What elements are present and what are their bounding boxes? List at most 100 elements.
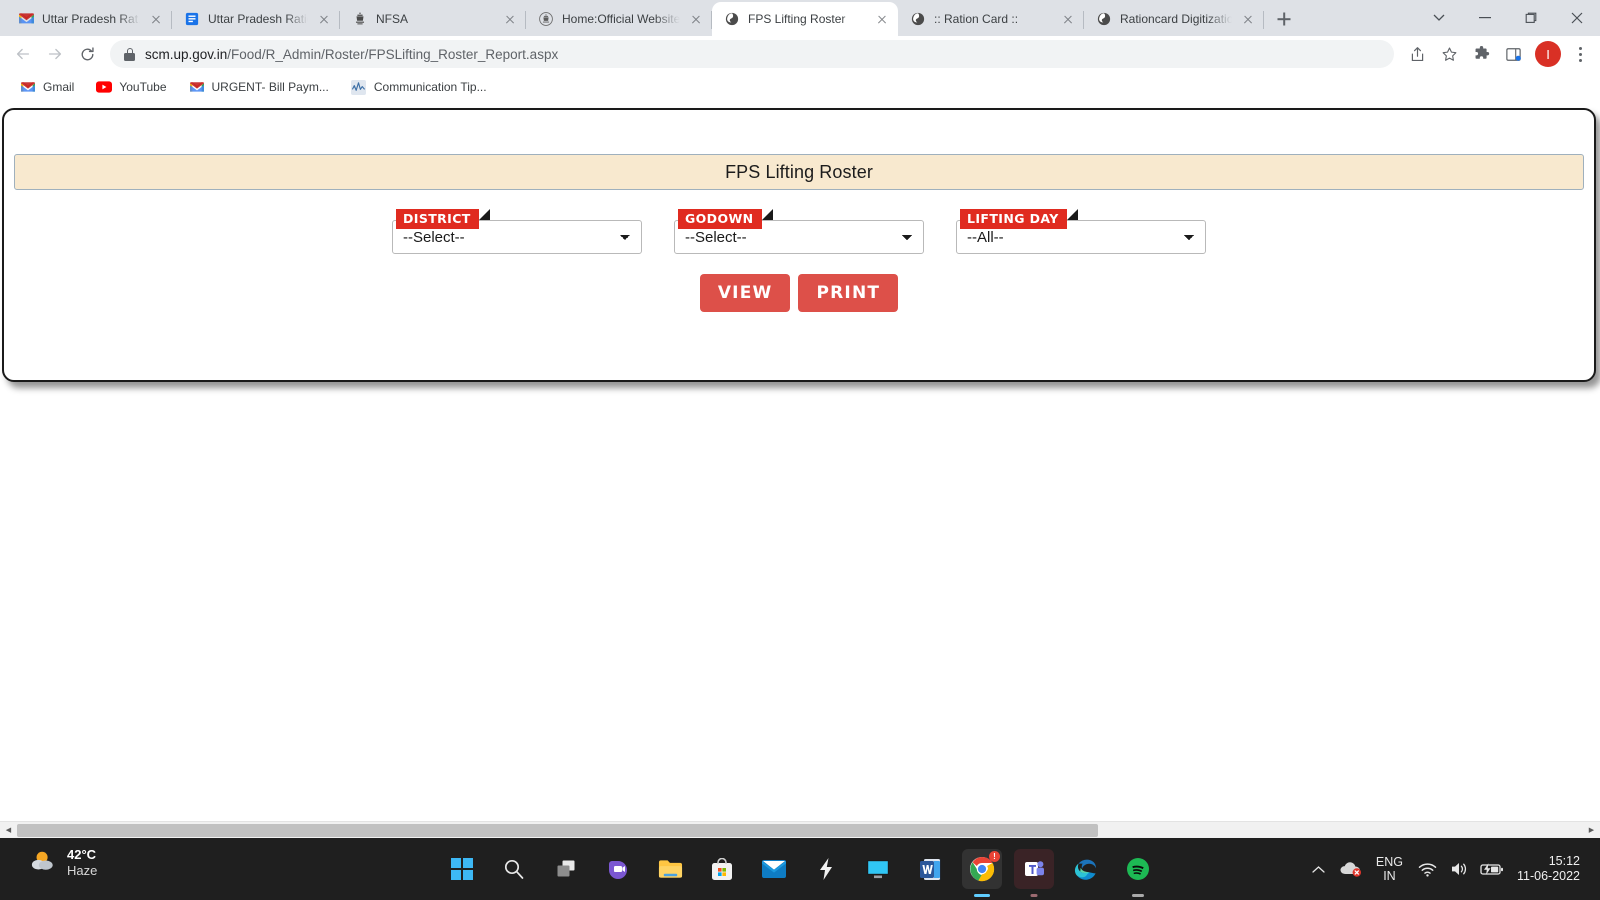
browser-tab[interactable]: NFSA: [340, 2, 526, 36]
bookmark-label: Gmail: [43, 80, 75, 94]
word-icon[interactable]: [910, 849, 950, 889]
kebab-menu-icon[interactable]: [1568, 46, 1592, 62]
tab-close-icon[interactable]: [874, 11, 890, 27]
gmail-icon: [20, 79, 36, 95]
action-row: VIEW PRINT: [4, 274, 1594, 312]
clock[interactable]: 15:12 11-06-2022: [1511, 854, 1590, 884]
browser-tab-title: :: Ration Card ::: [934, 12, 1019, 26]
browser-tab-strip: Uttar Pradesh Rat... - Uttar Pradesh Rat…: [0, 0, 1600, 36]
godown-field: GODOWN --Select--: [674, 209, 924, 254]
browser-tab[interactable]: Home:Official Website: [526, 2, 712, 36]
spotify-icon[interactable]: [1118, 849, 1158, 889]
mail-icon[interactable]: [754, 849, 794, 889]
chrome-browser-window: Uttar Pradesh Rat... - Uttar Pradesh Rat…: [0, 0, 1600, 838]
notification-badge: !: [989, 851, 1000, 862]
taskbar-app-group: !: [442, 838, 1158, 900]
share-icon[interactable]: [1402, 39, 1432, 69]
language-indicator[interactable]: ENG IN: [1370, 855, 1409, 884]
lock-icon: [124, 47, 135, 61]
bookmark-label: URGENT- Bill Paym...: [211, 80, 329, 94]
clock-time: 15:12: [1548, 854, 1580, 868]
bookmark-item[interactable]: YouTube: [88, 75, 174, 99]
gmail-icon: [18, 11, 34, 27]
youtube-icon: [96, 79, 113, 95]
back-arrow-icon[interactable]: [8, 39, 38, 69]
browser-tab[interactable]: Uttar Pradesh Rat... -: [6, 2, 172, 36]
profile-avatar[interactable]: I: [1535, 41, 1561, 67]
gmail-icon: [189, 79, 205, 95]
toolbar-icon-group: I: [1402, 39, 1592, 69]
battery-charging-icon[interactable]: [1479, 854, 1505, 884]
browser-tab[interactable]: :: Ration Card ::: [898, 2, 1084, 36]
clock-date: 11-06-2022: [1516, 869, 1580, 883]
tab-search-icon[interactable]: [1416, 2, 1462, 34]
scrollbar-thumb[interactable]: [17, 823, 1098, 837]
language-secondary: IN: [1383, 869, 1396, 883]
microsoft-store-icon[interactable]: [702, 849, 742, 889]
browser-tab[interactable]: Uttar Pradesh Ration: [172, 2, 340, 36]
tab-close-icon[interactable]: [688, 11, 704, 27]
tab-close-icon[interactable]: [1060, 11, 1076, 27]
chat-teams-icon[interactable]: [598, 849, 638, 889]
browser-tab-title: Rationcard Digitizatio: [1120, 12, 1232, 26]
scroll-left-icon[interactable]: ◀: [0, 822, 17, 839]
weather-text: 42°C Haze: [67, 847, 97, 880]
tab-close-icon[interactable]: [1240, 11, 1256, 27]
wifi-icon[interactable]: [1415, 854, 1441, 884]
start-button-icon[interactable]: [442, 849, 482, 889]
emblem-icon: [352, 11, 368, 27]
page-title: FPS Lifting Roster: [725, 161, 873, 182]
task-view-icon[interactable]: [546, 849, 586, 889]
browser-tab-title: Uttar Pradesh Rat... -: [42, 12, 140, 26]
analytics-icon: [351, 79, 367, 95]
tab-close-icon[interactable]: [148, 11, 164, 27]
weather-temperature: 42°C: [67, 847, 97, 862]
extensions-puzzle-icon[interactable]: [1466, 39, 1496, 69]
search-icon[interactable]: [494, 849, 534, 889]
teams-icon[interactable]: [1014, 849, 1054, 889]
weather-condition: Haze: [67, 863, 98, 879]
browser-tab-title: FPS Lifting Roster: [748, 12, 846, 26]
chevron-up-icon[interactable]: [1306, 854, 1332, 884]
bookmark-item[interactable]: Gmail: [12, 75, 82, 99]
address-bar[interactable]: scm.up.gov.in/Food/R_Admin/Roster/FPSLif…: [110, 40, 1394, 68]
close-icon[interactable]: [1554, 2, 1600, 34]
remote-desktop-icon[interactable]: [858, 849, 898, 889]
lifting-day-field: LIFTING DAY --All--: [956, 209, 1206, 254]
forward-arrow-icon[interactable]: [40, 39, 70, 69]
document-icon: [184, 11, 200, 27]
globe-icon: [724, 11, 740, 27]
weather-widget[interactable]: 42°C Haze: [30, 847, 97, 880]
bookmark-star-icon[interactable]: [1434, 39, 1464, 69]
globe-icon: [1096, 11, 1112, 27]
app-shortcut-icon[interactable]: [806, 849, 846, 889]
scrollbar-track[interactable]: [17, 822, 1583, 839]
browser-tab-title: Home:Official Website: [562, 12, 680, 26]
new-tab-button[interactable]: [1270, 5, 1298, 33]
view-button[interactable]: VIEW: [699, 274, 791, 312]
minimize-icon[interactable]: [1462, 2, 1508, 34]
side-panel-icon[interactable]: [1498, 39, 1528, 69]
bookmark-label: Communication Tip...: [373, 80, 487, 94]
scroll-right-icon[interactable]: ▶: [1583, 822, 1600, 839]
bookmarks-bar: Gmail YouTube URGENT- Bill Paym... Commu…: [0, 72, 1600, 102]
tab-close-icon[interactable]: [502, 11, 518, 27]
url-path: /Food/R_Admin/Roster/FPSLifting_Roster_R…: [227, 46, 559, 62]
window-controls: [1416, 0, 1600, 36]
bookmark-item[interactable]: Communication Tip...: [343, 75, 495, 99]
maximize-icon[interactable]: [1508, 2, 1554, 34]
print-button[interactable]: PRINT: [798, 274, 899, 312]
edge-icon[interactable]: [1066, 849, 1106, 889]
tab-close-icon[interactable]: [316, 11, 332, 27]
browser-tab-active[interactable]: FPS Lifting Roster: [712, 2, 898, 36]
reload-icon[interactable]: [72, 39, 102, 69]
browser-tab[interactable]: Rationcard Digitizatio: [1084, 2, 1264, 36]
windows-taskbar: 42°C Haze ! ENG IN 15:12 11-06-2022: [0, 838, 1600, 900]
horizontal-scrollbar[interactable]: ◀ ▶: [0, 821, 1600, 838]
chrome-icon[interactable]: !: [962, 849, 1002, 889]
onedrive-error-icon[interactable]: [1338, 854, 1364, 884]
file-explorer-icon[interactable]: [650, 849, 690, 889]
browser-tab-title: NFSA: [376, 12, 409, 26]
volume-icon[interactable]: [1447, 854, 1473, 884]
bookmark-item[interactable]: URGENT- Bill Paym...: [181, 75, 337, 99]
